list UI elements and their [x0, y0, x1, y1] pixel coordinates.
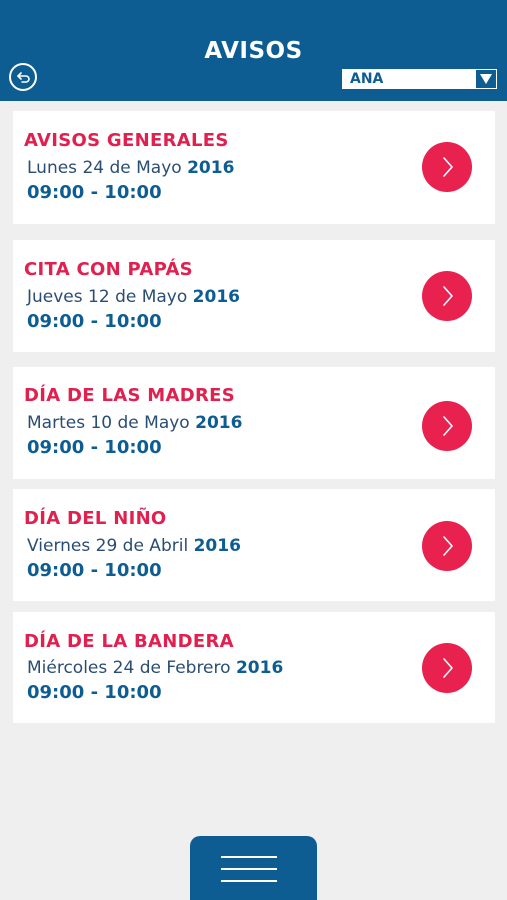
notice-year: 2016 [192, 287, 240, 307]
notice-date-text: Miércoles 24 de Febrero [27, 658, 231, 678]
notice-card[interactable]: AVISOS GENERALES Lunes 24 de Mayo 2016 0… [13, 111, 495, 224]
notice-card[interactable]: DÍA DEL NIÑO Viernes 29 de Abril 2016 09… [13, 489, 495, 601]
notice-time: 09:00 - 10:00 [27, 311, 162, 332]
notice-date-text: Jueves 12 de Mayo [27, 287, 188, 307]
notice-title: DÍA DEL NIÑO [24, 508, 167, 529]
notice-card[interactable]: CITA CON PAPÁS Jueves 12 de Mayo 2016 09… [13, 240, 495, 352]
menu-button[interactable] [190, 836, 317, 900]
notice-time: 09:00 - 10:00 [27, 560, 162, 581]
notice-date: Martes 10 de Mayo 2016 [27, 413, 242, 433]
notice-date-text: Lunes 24 de Mayo [27, 158, 182, 178]
chevron-right-icon [443, 416, 453, 436]
notice-title: AVISOS GENERALES [24, 130, 229, 151]
page-title: AVISOS [204, 38, 303, 64]
notice-date: Viernes 29 de Abril 2016 [27, 536, 241, 556]
notice-time: 09:00 - 10:00 [27, 182, 162, 203]
notice-year: 2016 [187, 158, 235, 178]
notice-date: Miércoles 24 de Febrero 2016 [27, 658, 283, 678]
notice-title: DÍA DE LA BANDERA [24, 631, 234, 652]
notice-card[interactable]: DÍA DE LA BANDERA Miércoles 24 de Febrer… [13, 612, 495, 723]
hamburger-line [221, 856, 277, 858]
dropdown-toggle[interactable] [476, 70, 496, 88]
triangle-down-icon [480, 74, 492, 84]
back-arrow-icon [17, 72, 30, 83]
open-notice-button[interactable] [422, 401, 472, 451]
notice-year: 2016 [195, 413, 243, 433]
notice-date: Lunes 24 de Mayo 2016 [27, 158, 234, 178]
open-notice-button[interactable] [422, 142, 472, 192]
hamburger-line [221, 868, 277, 870]
back-button[interactable] [9, 63, 37, 91]
chevron-right-icon [443, 658, 453, 678]
open-notice-button[interactable] [422, 643, 472, 693]
notice-time: 09:00 - 10:00 [27, 682, 162, 703]
student-selector-value: ANA [350, 71, 384, 87]
notice-card[interactable]: DÍA DE LAS MADRES Martes 10 de Mayo 2016… [13, 367, 495, 479]
notice-time: 09:00 - 10:00 [27, 437, 162, 458]
notice-date: Jueves 12 de Mayo 2016 [27, 287, 240, 307]
notice-date-text: Viernes 29 de Abril [27, 536, 189, 556]
notice-date-text: Martes 10 de Mayo [27, 413, 190, 433]
open-notice-button[interactable] [422, 271, 472, 321]
chevron-right-icon [443, 536, 453, 556]
notice-title: CITA CON PAPÁS [24, 259, 193, 280]
chevron-right-icon [443, 286, 453, 306]
notices-screen: AVISOS ANA AVISOS GENERALES Lunes 24 de … [0, 0, 507, 900]
notice-title: DÍA DE LAS MADRES [24, 385, 235, 406]
notice-year: 2016 [193, 536, 241, 556]
open-notice-button[interactable] [422, 521, 472, 571]
chevron-right-icon [443, 157, 453, 177]
notice-year: 2016 [235, 658, 284, 678]
student-selector[interactable]: ANA [341, 68, 498, 90]
hamburger-line [221, 880, 277, 882]
top-bar: AVISOS ANA [0, 0, 507, 101]
